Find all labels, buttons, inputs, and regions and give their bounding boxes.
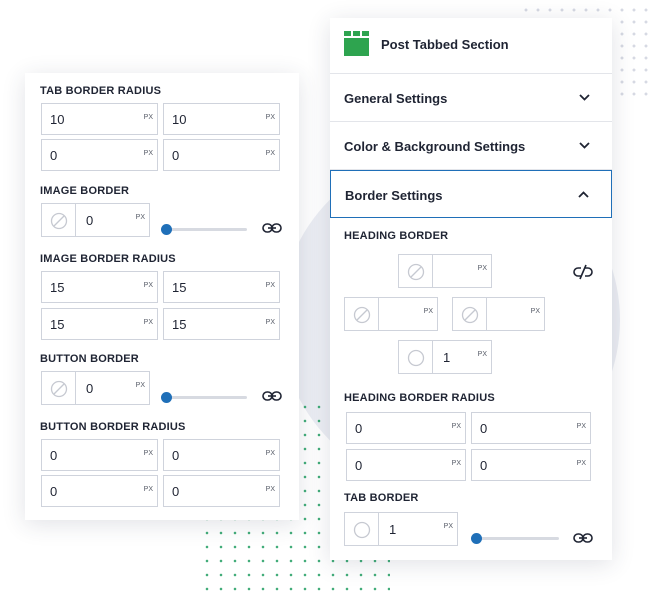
none-style-icon	[407, 263, 425, 281]
none-style-icon	[50, 212, 68, 230]
image-border-width-input[interactable]: 0 PX	[41, 203, 150, 237]
tab-radius-bottom-left-input[interactable]: 0 PX	[41, 139, 158, 171]
panel-header: Post Tabbed Section	[330, 18, 612, 74]
tab-border-width-input[interactable]: 1 PX	[344, 512, 458, 546]
heading-radius-top-right-input[interactable]: 0 PX	[471, 412, 591, 444]
heading-border-label: HEADING BORDER	[344, 230, 449, 242]
heading-radius-bottom-left-input[interactable]: 0 PX	[346, 449, 466, 481]
button-border-radius-label: BUTTON BORDER RADIUS	[40, 421, 186, 433]
link-icon[interactable]	[573, 531, 593, 545]
none-style-icon	[461, 306, 479, 324]
chevron-up-icon	[578, 191, 589, 198]
image-radius-bottom-left-input[interactable]: 15 PX	[41, 308, 158, 340]
button-border-slider[interactable]	[164, 396, 247, 399]
button-radius-bottom-right-input[interactable]: 0 PX	[163, 475, 280, 507]
tab-radius-top-right-input[interactable]: 10 PX	[163, 103, 280, 135]
image-radius-bottom-right-input[interactable]: 15 PX	[163, 308, 280, 340]
border-style-selector[interactable]	[345, 298, 379, 330]
border-style-selector[interactable]	[399, 341, 433, 373]
chevron-down-icon	[579, 142, 590, 149]
right-settings-panel: Post Tabbed Section General Settings Col…	[330, 18, 612, 560]
button-radius-top-right-input[interactable]: 0 PX	[163, 439, 280, 471]
button-border-label: BUTTON BORDER	[40, 353, 139, 365]
accordion-border-settings[interactable]: Border Settings	[330, 170, 612, 218]
link-icon[interactable]	[262, 389, 282, 403]
accordion-general-settings[interactable]: General Settings	[330, 74, 612, 122]
tab-border-slider[interactable]	[476, 537, 559, 540]
image-border-label: IMAGE BORDER	[40, 185, 130, 197]
heading-border-radius-label: HEADING BORDER RADIUS	[344, 392, 495, 404]
link-icon[interactable]	[262, 221, 282, 235]
border-style-selector[interactable]	[399, 255, 433, 287]
border-style-selector[interactable]	[345, 513, 379, 545]
heading-border-top-input[interactable]: PX	[398, 254, 492, 288]
tab-border-radius-label: TAB BORDER RADIUS	[40, 85, 162, 97]
image-border-slider-thumb[interactable]	[161, 224, 172, 235]
tab-radius-top-left-input[interactable]: 10 PX	[41, 103, 158, 135]
unlink-icon[interactable]	[573, 264, 593, 280]
left-settings-panel: TAB BORDER RADIUS 10 PX 10 PX 0 PX 0 PX …	[25, 73, 299, 520]
none-style-icon	[50, 380, 68, 398]
button-radius-top-left-input[interactable]: 0 PX	[41, 439, 158, 471]
image-radius-top-right-input[interactable]: 15 PX	[163, 271, 280, 303]
accordion-color-background-settings[interactable]: Color & Background Settings	[330, 122, 612, 170]
panel-title: Post Tabbed Section	[381, 37, 509, 52]
tab-radius-bottom-right-input[interactable]: 0 PX	[163, 139, 280, 171]
post-tabbed-logo-icon	[344, 31, 369, 56]
image-border-slider[interactable]	[164, 228, 247, 231]
none-style-icon	[353, 306, 371, 324]
border-style-selector[interactable]	[453, 298, 487, 330]
button-border-width-input[interactable]: 0 PX	[41, 371, 150, 405]
solid-style-icon	[407, 349, 425, 367]
image-border-radius-label: IMAGE BORDER RADIUS	[40, 253, 176, 265]
tab-border-label: TAB BORDER	[344, 492, 419, 504]
image-radius-top-left-input[interactable]: 15 PX	[41, 271, 158, 303]
border-style-selector[interactable]	[42, 372, 76, 404]
heading-border-right-input[interactable]: PX	[452, 297, 545, 331]
heading-border-bottom-input[interactable]: 1 PX	[398, 340, 492, 374]
heading-radius-top-left-input[interactable]: 0 PX	[346, 412, 466, 444]
heading-border-left-input[interactable]: PX	[344, 297, 438, 331]
button-radius-bottom-left-input[interactable]: 0 PX	[41, 475, 158, 507]
chevron-down-icon	[579, 94, 590, 101]
solid-style-icon	[353, 521, 371, 539]
heading-radius-bottom-right-input[interactable]: 0 PX	[471, 449, 591, 481]
tab-border-slider-thumb[interactable]	[471, 533, 482, 544]
button-border-slider-thumb[interactable]	[161, 392, 172, 403]
border-style-selector[interactable]	[42, 204, 76, 236]
